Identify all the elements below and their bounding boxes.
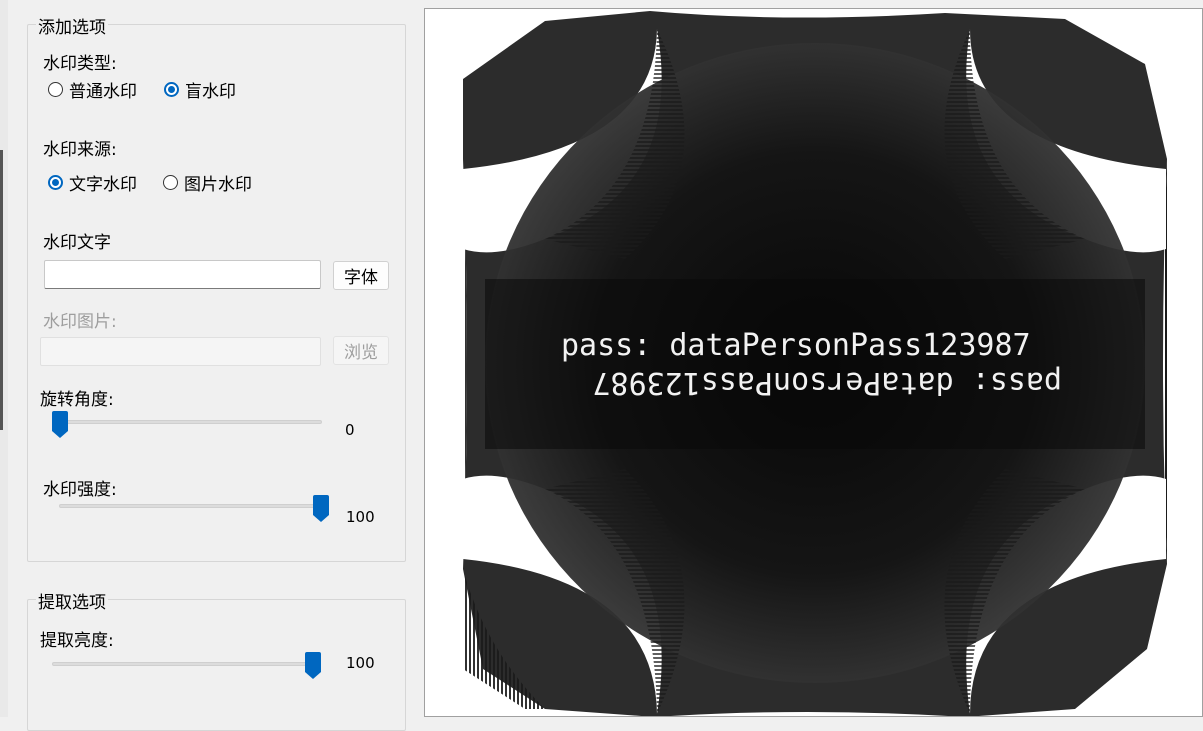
window-edge <box>0 0 8 717</box>
radio-normal-watermark[interactable]: 普通水印 <box>48 78 137 102</box>
add-options-title: 添加选项 <box>36 13 108 38</box>
radio-label: 普通水印 <box>69 81 137 102</box>
preview-pane: pass: dataPersonPass123987 pass: dataPer… <box>424 8 1203 717</box>
strength-slider-thumb[interactable] <box>312 495 330 523</box>
strength-label: 水印强度: <box>43 480 117 500</box>
rotation-value: 0 <box>345 421 355 439</box>
brightness-slider-track[interactable] <box>52 662 320 666</box>
brightness-label: 提取亮度: <box>40 631 114 651</box>
watermark-text-label: 水印文字 <box>43 233 111 253</box>
watermark-type-label: 水印类型: <box>43 54 117 74</box>
radio-selected-icon <box>164 81 179 97</box>
edge-bar <box>0 150 3 430</box>
watermark-text-input[interactable] <box>44 260 321 289</box>
browse-button[interactable]: 浏览 <box>333 336 389 365</box>
extract-options-title: 提取选项 <box>36 588 108 613</box>
rotation-slider-thumb[interactable] <box>51 411 69 439</box>
radio-label: 图片水印 <box>184 174 252 195</box>
radio-selected-icon <box>48 174 63 190</box>
watermark-text-line-mirrored: pass: dataPersonPass123987 <box>592 365 1062 400</box>
radio-image-watermark[interactable]: 图片水印 <box>163 171 252 195</box>
radio-text-watermark[interactable]: 文字水印 <box>48 171 137 195</box>
radio-icon <box>163 174 178 190</box>
radio-icon <box>48 81 63 97</box>
watermark-text-line: pass: dataPersonPass123987 <box>561 328 1031 363</box>
radio-label: 盲水印 <box>185 81 236 102</box>
strength-slider-track[interactable] <box>59 504 324 508</box>
radio-label: 文字水印 <box>69 174 137 195</box>
watermark-image-input[interactable] <box>40 337 321 366</box>
watermark-source-label: 水印来源: <box>43 140 117 160</box>
watermark-image-label: 水印图片: <box>43 312 117 332</box>
brightness-slider-thumb[interactable] <box>304 652 322 680</box>
radio-blind-watermark[interactable]: 盲水印 <box>164 78 236 102</box>
brightness-value: 100 <box>346 654 375 672</box>
rotation-slider-track[interactable] <box>57 420 322 424</box>
rotation-label: 旋转角度: <box>40 390 114 410</box>
strength-value: 100 <box>346 508 375 526</box>
font-button[interactable]: 字体 <box>333 261 389 290</box>
blind-watermark-spectrum-image: pass: dataPersonPass123987 pass: dataPer… <box>425 9 1202 716</box>
